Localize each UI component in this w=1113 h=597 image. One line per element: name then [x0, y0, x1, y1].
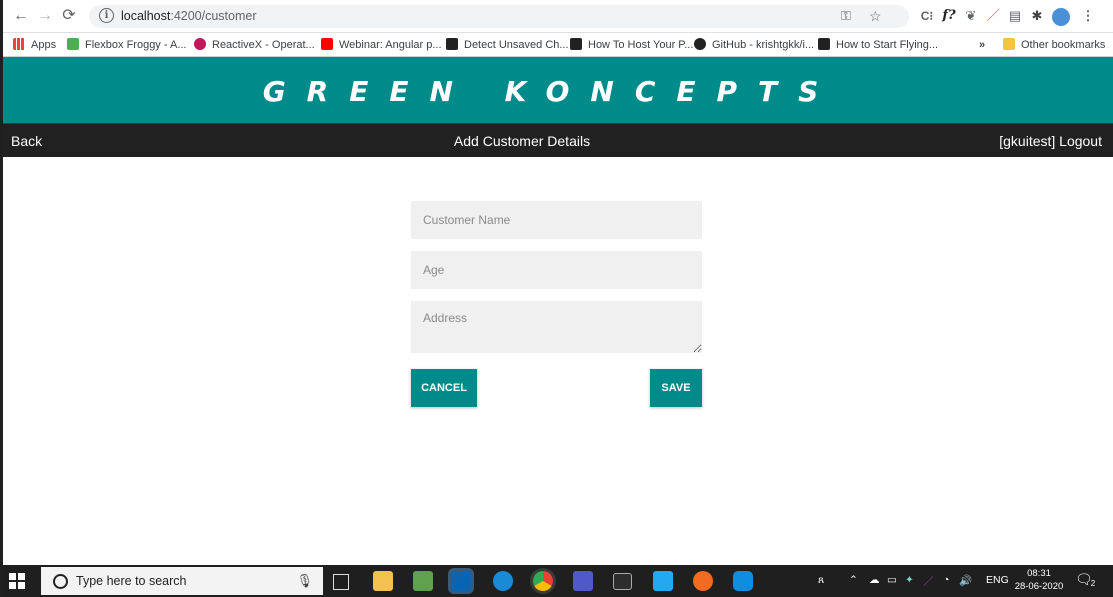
profile-avatar[interactable] [1051, 6, 1071, 26]
bookmark-apps[interactable]: Apps [13, 37, 56, 53]
language-indicator[interactable]: ENG [986, 574, 1009, 586]
volume-icon[interactable]: 🔊 [959, 574, 972, 587]
apps-grid-icon [13, 38, 25, 50]
bookmark-label: How To Host Your P... [588, 39, 694, 51]
people-icon[interactable]: ጸ [818, 574, 824, 587]
vscode-icon[interactable] [653, 571, 673, 591]
key-icon[interactable]: ⚿ [841, 6, 851, 26]
outlook-icon[interactable] [451, 571, 471, 591]
medium-icon [446, 38, 458, 50]
notepad-plus-icon[interactable] [413, 571, 433, 591]
task-view-icon[interactable] [333, 574, 349, 590]
wifi-icon[interactable]: ◔ [943, 574, 949, 586]
reload-icon[interactable]: ⟳ [59, 6, 79, 26]
bookmark-label: Webinar: Angular p... [339, 39, 442, 51]
bookmark-detect-unsaved[interactable]: Detect Unsaved Ch... [446, 37, 569, 53]
site-info-icon[interactable]: i [99, 8, 114, 23]
age-input[interactable] [411, 251, 702, 289]
clock-date: 28-06-2020 [1014, 581, 1064, 592]
bookmark-reactivex[interactable]: ReactiveX - Operat... [194, 37, 315, 53]
notification-count: 2 [1090, 579, 1096, 588]
url-host: localhost [121, 9, 171, 23]
bookmark-github[interactable]: GitHub - krishtgkk/i... [694, 37, 814, 53]
bookmark-label: GitHub - krishtgkk/i... [712, 39, 815, 51]
edge-icon[interactable] [493, 571, 513, 591]
bookmark-webinar[interactable]: Webinar: Angular p... [321, 37, 442, 53]
system-clock[interactable]: 08:31 28-06-2020 [1012, 567, 1066, 593]
bookmark-label: Flexbox Froggy - A... [85, 39, 187, 51]
bookmark-other[interactable]: Other bookmarks [1003, 37, 1105, 53]
notification-center[interactable]: 🗨2 [1075, 571, 1097, 588]
reactivex-icon [194, 38, 206, 50]
bookmark-label: How to Start Flying... [836, 39, 939, 51]
skype-icon[interactable] [733, 571, 753, 591]
browser-toolbar: ← → ⟳ i localhost:4200/customer ⚿ ☆ C⁝ f… [3, 0, 1113, 33]
github-icon [694, 38, 706, 50]
terminal-icon[interactable] [613, 573, 632, 590]
brand-header: GREEN KONCEPTS [3, 57, 1113, 123]
bookmark-label: Other bookmarks [1021, 39, 1106, 51]
bookmark-start-flying[interactable]: How to Start Flying... [818, 37, 938, 53]
bookmarks-overflow-button[interactable]: » [979, 37, 985, 53]
sub-navbar: Back Add Customer Details [gkuitest] Log… [3, 123, 1113, 157]
bookmark-label: Detect Unsaved Ch... [464, 39, 569, 51]
medium-icon [818, 38, 830, 50]
medium-icon [570, 38, 582, 50]
back-arrow-icon[interactable]: ← [11, 6, 31, 26]
onedrive-icon[interactable]: ☁ [869, 574, 880, 586]
extension-feather-icon[interactable]: ／ [985, 6, 1001, 26]
taskbar-search-box[interactable]: Type here to search 🎙 [41, 567, 323, 595]
bookmark-flexbox-froggy[interactable]: Flexbox Froggy - A... [67, 37, 186, 53]
address-bar[interactable]: i localhost:4200/customer ⚿ ☆ [89, 5, 909, 28]
windows-taskbar: Type here to search 🎙 ጸ ⌃ ☁ ▭ ✦ ／ ◔ 🔊 EN… [3, 565, 1113, 597]
page-title: Add Customer Details [453, 133, 591, 149]
file-explorer-icon[interactable] [373, 571, 393, 591]
cortana-icon [53, 574, 68, 589]
frog-icon [67, 38, 79, 50]
extension-paw-icon[interactable]: ❦ [963, 6, 979, 26]
microphone-icon[interactable]: 🎙 [296, 573, 313, 589]
clock-time: 08:31 [1027, 568, 1051, 579]
extension-c-icon[interactable]: C⁝ [919, 6, 935, 26]
cancel-button[interactable]: CANCEL [411, 369, 477, 407]
windows-start-icon[interactable] [9, 573, 27, 589]
extension-keyboard-icon[interactable]: ▤ [1007, 6, 1023, 26]
url-text[interactable]: localhost:4200/customer [121, 9, 257, 23]
extension-fx-icon[interactable]: f? [941, 6, 957, 26]
logout-link[interactable]: [gkuitest] Logout [999, 133, 1102, 149]
postman-icon[interactable] [693, 571, 713, 591]
teams-tray-icon[interactable]: ✦ [905, 574, 914, 586]
bookmark-star-icon[interactable]: ☆ [869, 6, 882, 26]
bookmarks-bar: Apps Flexbox Froggy - A... ReactiveX - O… [3, 33, 1113, 57]
feather-tray-icon[interactable]: ／ [923, 574, 934, 589]
customer-name-input[interactable] [411, 201, 702, 239]
chrome-icon[interactable] [533, 571, 553, 591]
teams-icon[interactable] [573, 571, 593, 591]
bookmark-label: ReactiveX - Operat... [212, 39, 315, 51]
extensions-puzzle-icon[interactable]: ✱ [1029, 6, 1045, 26]
battery-icon[interactable]: ▭ [887, 574, 897, 586]
folder-icon [1003, 38, 1015, 50]
brand-title: GREEN KONCEPTS [262, 75, 840, 108]
taskbar-search-placeholder: Type here to search [76, 574, 187, 588]
menu-kebab-icon[interactable]: ⋮ [1081, 6, 1095, 26]
youtube-icon [321, 38, 333, 50]
tray-expand-icon[interactable]: ⌃ [849, 574, 858, 586]
forward-arrow-icon[interactable]: → [35, 6, 55, 26]
save-button[interactable]: SAVE [650, 369, 702, 407]
bookmark-label: Apps [31, 39, 57, 51]
bookmark-host-your[interactable]: How To Host Your P... [570, 37, 693, 53]
url-path: :4200/customer [170, 9, 257, 23]
address-textarea[interactable] [411, 301, 702, 353]
